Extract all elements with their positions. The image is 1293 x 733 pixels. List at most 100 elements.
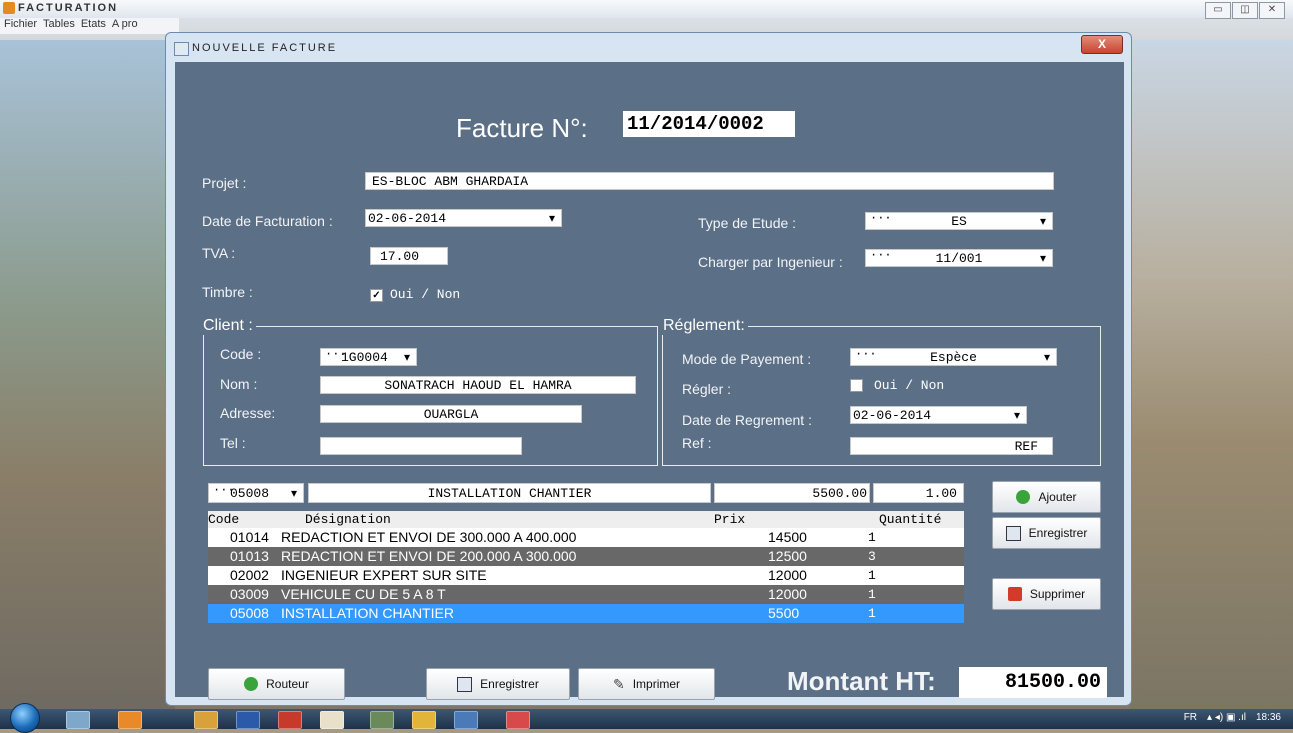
routeur-button[interactable]: Routeur bbox=[208, 668, 345, 700]
print-icon: ✎ bbox=[612, 675, 625, 692]
enregistrer-side-label: Enregistrer bbox=[1028, 526, 1088, 540]
cell-prix: 12500 bbox=[768, 548, 807, 564]
cell-designation: REDACTION ET ENVOI DE 300.000 A 400.000 bbox=[281, 529, 577, 545]
client-code-combo[interactable]: ··· 1G0004 bbox=[320, 347, 417, 367]
cell-code: 05008 bbox=[230, 605, 269, 621]
enregistrer-button[interactable]: Enregistrer bbox=[426, 668, 570, 700]
browse-icon: ··· bbox=[213, 483, 235, 497]
table-row[interactable]: 02002 INGENIEUR EXPERT SUR SITE 12000 1 bbox=[208, 566, 964, 585]
tva-input[interactable]: 17.00 bbox=[370, 247, 448, 265]
facture-heading: Facture N°: bbox=[456, 113, 588, 143]
media-icon[interactable] bbox=[370, 711, 394, 729]
mode-payement-combo[interactable]: ··· Espèce bbox=[850, 347, 1057, 367]
dialog-titlebar: NOUVELLE FACTURE bbox=[172, 37, 337, 59]
browse-icon: ··· bbox=[855, 347, 877, 361]
entry-prix-input[interactable]: 5500.00 bbox=[714, 483, 870, 503]
mode-label: Mode de Payement : bbox=[682, 351, 812, 367]
browse-icon: ··· bbox=[870, 211, 892, 225]
regler-checkbox[interactable] bbox=[850, 379, 863, 392]
mode-payement-value: Espèce bbox=[930, 350, 977, 365]
firefox-icon[interactable] bbox=[118, 711, 142, 729]
cell-quantite: 1 bbox=[868, 530, 876, 545]
tel-label: Tel : bbox=[220, 435, 246, 451]
minimize-button[interactable]: ▭ bbox=[1205, 2, 1231, 19]
app-logo-icon bbox=[3, 2, 15, 14]
menu-fichier[interactable]: Fichier bbox=[4, 18, 37, 34]
ajouter-button[interactable]: Ajouter bbox=[992, 481, 1101, 513]
tva-label: TVA : bbox=[202, 245, 236, 261]
timbre-check-label: Oui / Non bbox=[390, 287, 461, 302]
save-icon bbox=[457, 676, 473, 692]
col-code[interactable]: Code bbox=[208, 511, 239, 528]
routeur-label: Routeur bbox=[266, 677, 309, 691]
nouvelle-facture-dialog: NOUVELLE FACTURE X Facture N°: 11/2014/0… bbox=[165, 32, 1132, 706]
reglement-group: Réglement: Mode de Payement : ··· Espèce… bbox=[660, 317, 1101, 466]
ajouter-label: Ajouter bbox=[1038, 490, 1077, 504]
date-reglement-picker[interactable]: 02-06-2014 bbox=[850, 406, 1027, 425]
dialog-close-button[interactable]: X bbox=[1081, 35, 1123, 54]
reglement-group-title: Réglement: bbox=[660, 317, 748, 335]
app-title: FACTURATION bbox=[18, 2, 119, 14]
facturation-task-icon[interactable] bbox=[506, 711, 530, 729]
supprimer-button[interactable]: Supprimer bbox=[992, 578, 1101, 610]
language-indicator[interactable]: FR bbox=[1184, 712, 1197, 723]
menu-etats[interactable]: Etats bbox=[81, 18, 106, 34]
client-nom-input[interactable]: SONATRACH HAOUD EL HAMRA bbox=[320, 376, 636, 394]
entry-code-combo[interactable]: ··· 05008 bbox=[208, 483, 304, 504]
cell-code: 01014 bbox=[230, 529, 269, 545]
client-adresse-input[interactable]: OUARGLA bbox=[320, 405, 582, 423]
date-reglement-label: Date de Regrement : bbox=[682, 412, 812, 428]
date-facturation-picker[interactable]: 02-06-2014 bbox=[365, 209, 562, 228]
projet-input[interactable]: ES-BLOC ABM GHARDAIA bbox=[365, 172, 1054, 190]
ref-input[interactable]: REF bbox=[850, 437, 1053, 455]
entry-designation-input[interactable]: INSTALLATION CHANTIER bbox=[308, 483, 711, 503]
table-header: Code Désignation Prix Quantité bbox=[208, 511, 964, 528]
word-icon[interactable] bbox=[236, 711, 260, 729]
type-etude-value: ES bbox=[951, 214, 967, 229]
menu-tables[interactable]: Tables bbox=[43, 18, 75, 34]
window-icon-task[interactable] bbox=[454, 711, 478, 729]
charger-combo[interactable]: ··· 11/001 bbox=[865, 248, 1053, 268]
imprimer-button[interactable]: ✎ Imprimer bbox=[578, 668, 715, 700]
cell-prix: 12000 bbox=[768, 567, 807, 583]
type-etude-combo[interactable]: ··· ES bbox=[865, 211, 1053, 231]
col-quantite[interactable]: Quantité bbox=[879, 511, 941, 528]
enregistrer-side-button[interactable]: Enregistrer bbox=[992, 517, 1101, 549]
cell-quantite: 3 bbox=[868, 549, 876, 564]
menu-apropos[interactable]: A pro bbox=[112, 18, 138, 34]
table-row[interactable]: 03009 VEHICULE CU DE 5 A 8 T 12000 1 bbox=[208, 585, 964, 604]
col-designation[interactable]: Désignation bbox=[305, 511, 391, 528]
pdf-icon[interactable] bbox=[278, 711, 302, 729]
regler-label: Régler : bbox=[682, 381, 732, 397]
chrome-icon[interactable] bbox=[412, 711, 436, 729]
maximize-button[interactable]: ◫ bbox=[1232, 2, 1258, 19]
clock[interactable]: 18:36 bbox=[1256, 712, 1281, 723]
ref-label: Ref : bbox=[682, 435, 712, 451]
charger-value: 11/001 bbox=[935, 251, 983, 266]
app-icon[interactable] bbox=[194, 711, 218, 729]
entry-quantite-input[interactable]: 1.00 bbox=[873, 483, 964, 503]
tray-icons[interactable]: ▴ ◂) ▣ .ıl bbox=[1207, 712, 1246, 723]
facture-number: 11/2014/0002 bbox=[623, 111, 795, 137]
browse-icon: ··· bbox=[870, 248, 892, 262]
col-prix[interactable]: Prix bbox=[714, 511, 745, 528]
timbre-checkbox[interactable]: ✓ bbox=[370, 289, 383, 302]
table-row[interactable]: 01014 REDACTION ET ENVOI DE 300.000 A 400… bbox=[208, 528, 964, 547]
table-row[interactable]: 05008 INSTALLATION CHANTIER 5500 1 bbox=[208, 604, 964, 623]
cell-designation: INGENIEUR EXPERT SUR SITE bbox=[281, 567, 487, 583]
desktop-photo-right bbox=[1130, 40, 1293, 710]
code-label: Code : bbox=[220, 346, 262, 362]
imprimer-label: Imprimer bbox=[632, 677, 681, 691]
client-group: Client : Code : ··· 1G0004 Nom : SONATRA… bbox=[200, 317, 658, 466]
window-controls: ▭ ◫ ✕ bbox=[1205, 2, 1285, 19]
supprimer-label: Supprimer bbox=[1029, 587, 1086, 601]
date-reglement-value: 02-06-2014 bbox=[853, 408, 932, 423]
paint-icon[interactable] bbox=[320, 711, 344, 729]
table-row[interactable]: 01013 REDACTION ET ENVOI DE 200.000 A 300… bbox=[208, 547, 964, 566]
client-tel-input[interactable] bbox=[320, 437, 522, 455]
explorer-icon[interactable] bbox=[66, 711, 90, 729]
lignes-table: Code Désignation Prix Quantité 01014 REDA… bbox=[208, 511, 964, 623]
cell-code: 03009 bbox=[230, 586, 269, 602]
close-app-button[interactable]: ✕ bbox=[1259, 2, 1285, 19]
charger-label: Charger par Ingenieur : bbox=[698, 254, 843, 270]
